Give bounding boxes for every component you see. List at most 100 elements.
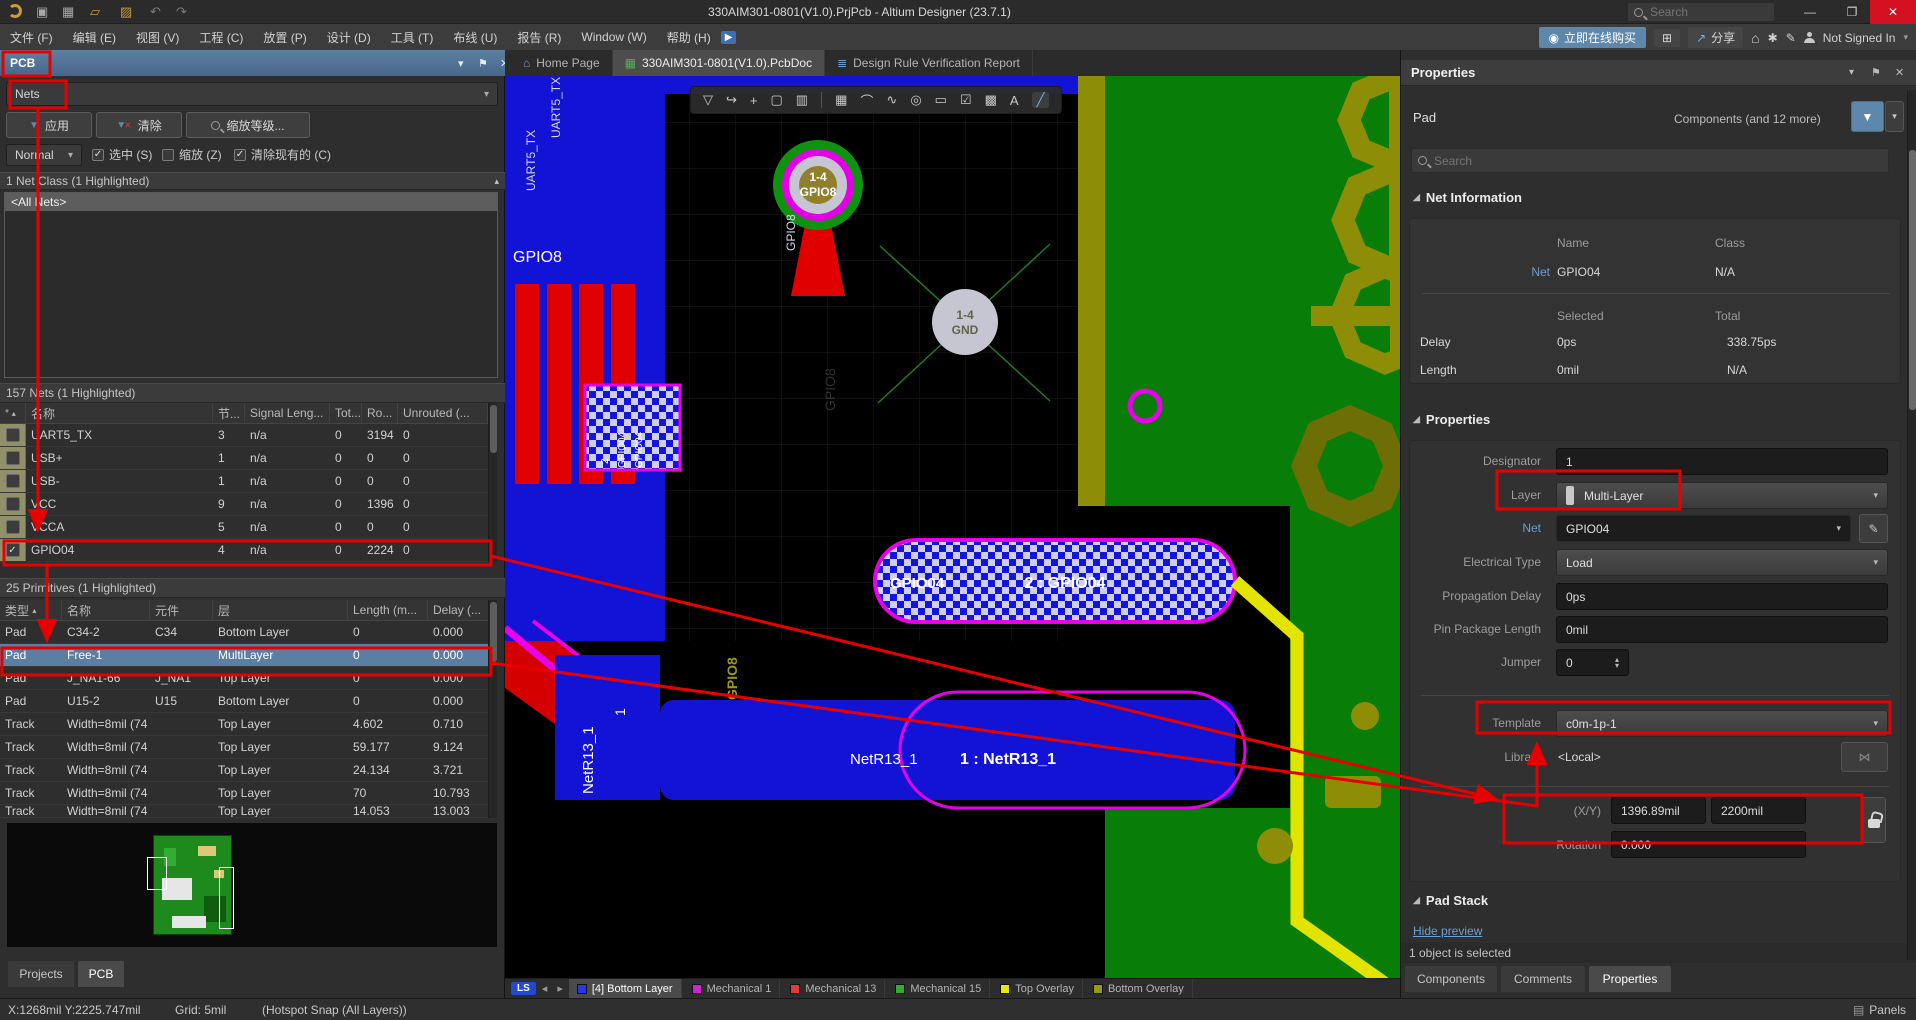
col-layer[interactable]: 层 [213, 600, 348, 620]
open-project-icon[interactable]: ▨ [120, 4, 132, 20]
properties-search-input[interactable] [1432, 153, 1882, 169]
filter-dropdown-button[interactable]: ▾ [1885, 101, 1904, 132]
menu-view[interactable]: 视图 (V) [126, 25, 189, 50]
template-select[interactable]: c0m-1p-1 ▾ [1556, 710, 1888, 737]
primitive-row[interactable]: TrackWidth=8mil (74Top Layer59.1779.124 [0, 736, 497, 759]
save-all-icon[interactable]: ▦ [62, 4, 74, 20]
share-button[interactable]: ↗ 分享 [1688, 27, 1743, 48]
menu-design[interactable]: 设计 (D) [317, 25, 381, 50]
net-checkbox[interactable] [6, 520, 20, 534]
minimize-button[interactable]: — [1790, 0, 1830, 24]
feedback-pen-icon[interactable]: ✎ [1786, 31, 1796, 45]
board-icon[interactable]: ▭ [935, 92, 947, 108]
col-routed[interactable]: Ro... [362, 403, 398, 423]
select-checkbox[interactable]: ✓ 选中 (S) [92, 146, 152, 163]
save-icon[interactable]: ▣ [36, 4, 48, 20]
net-checkbox[interactable] [6, 428, 20, 442]
close-button[interactable]: ✕ [1870, 0, 1916, 24]
col-unrouted[interactable]: Unrouted (... [398, 403, 488, 423]
net-class-list[interactable]: <All Nets> [4, 192, 498, 378]
primitive-row[interactable]: PadC34-2C34Bottom Layer00.000 [0, 621, 497, 644]
panel-tab-comments[interactable]: Comments [1501, 966, 1585, 992]
clear-existing-checkbox[interactable]: ✓ 清除现有的 (C) [234, 146, 331, 163]
primitive-row[interactable]: PadU15-2U15Bottom Layer00.000 [0, 690, 497, 713]
section-properties[interactable]: ◢ Properties [1413, 412, 1490, 427]
menu-route[interactable]: 布线 (U) [443, 25, 507, 50]
designator-field[interactable]: 1 [1556, 448, 1888, 475]
layer-sets-button[interactable]: LS [511, 982, 536, 995]
net-row-uart5-tx[interactable]: UART5_TX3n/a031940 [0, 424, 497, 447]
panel-mode-select[interactable]: Nets ▾ [6, 82, 498, 106]
properties-search[interactable] [1411, 148, 1889, 173]
net-checkbox[interactable] [6, 497, 20, 511]
zoom-checkbox[interactable]: 缩放 (Z) [162, 146, 222, 163]
primitive-row[interactable]: TrackWidth=8mil (74Top Layer24.1343.721 [0, 759, 497, 782]
menu-edit[interactable]: 编辑 (E) [63, 25, 126, 50]
highlight-icon[interactable]: ◎ [910, 92, 921, 108]
layer-tab-mechanical-1[interactable]: Mechanical 1 [684, 979, 781, 998]
buy-online-button[interactable]: ◉ 立即在线购买 [1539, 27, 1647, 48]
layer-tab-mechanical-13[interactable]: Mechanical 13 [782, 979, 885, 998]
sort-asc-icon[interactable]: ▴ [494, 176, 499, 187]
primitive-row-selected[interactable]: PadFree-1MultiLayer00.000 [0, 644, 497, 667]
layer-select[interactable]: Multi-Layer ▾ [1556, 482, 1888, 509]
clear-button[interactable]: ▼✕ 清除 [96, 112, 182, 138]
col-length[interactable]: Length (m... [348, 600, 428, 620]
library-link-button[interactable]: ⋈ [1841, 742, 1888, 772]
col-component[interactable]: 元件 [150, 600, 213, 620]
layer-tab-mechanical-15[interactable]: Mechanical 15 [887, 979, 990, 998]
mask-icon[interactable]: ▩ [985, 92, 997, 108]
section-pad-stack[interactable]: ◢ Pad Stack [1413, 893, 1488, 908]
menu-tools[interactable]: 工具 (T) [381, 25, 444, 50]
electrical-type-select[interactable]: Load ▾ [1556, 549, 1888, 576]
col-type[interactable]: 类型 [5, 602, 29, 619]
panel-close-icon[interactable]: ✕ [1895, 66, 1904, 79]
stepper-down-icon[interactable]: ▾ [1615, 663, 1619, 669]
undo-icon[interactable]: ↶ [150, 4, 161, 20]
view-mode-select[interactable]: Normal ▾ [6, 144, 82, 166]
panel-tab-components[interactable]: Components [1405, 966, 1497, 992]
panel-pin-icon[interactable]: ⚑ [478, 57, 488, 70]
primitive-row[interactable]: TrackWidth=8mil (74Top Layer4.6020.710 [0, 713, 497, 736]
sign-in-caret-icon[interactable]: ▾ [1903, 32, 1908, 43]
y-coordinate-field[interactable]: 2200mil [1711, 797, 1806, 824]
tune-wave-icon[interactable]: ∿ [886, 92, 897, 108]
menu-more-icon[interactable]: ▶ [721, 31, 737, 44]
crosshair-icon[interactable]: + [750, 93, 758, 108]
net-row-vcca[interactable]: VCCA5n/a000 [0, 516, 497, 539]
hide-preview-link[interactable]: Hide preview [1413, 924, 1482, 938]
gear-icon[interactable]: ✱ [1768, 31, 1778, 45]
panel-pin-icon[interactable]: ⚑ [1871, 66, 1881, 79]
x-coordinate-field[interactable]: 1396.89mil [1611, 797, 1706, 824]
net-row-usb-plus[interactable]: USB+1n/a000 [0, 447, 497, 470]
menu-file[interactable]: 文件 (F) [0, 25, 63, 50]
jumper-stepper[interactable]: 0 ▴▾ [1556, 649, 1629, 676]
search-input[interactable] [1648, 4, 1768, 20]
apply-button[interactable]: ▼ 应用 [6, 112, 92, 138]
menu-place[interactable]: 放置 (P) [253, 25, 316, 50]
col-total[interactable]: Tot... [330, 403, 362, 423]
layer-tab-top-overlay[interactable]: Top Overlay [992, 979, 1083, 998]
primitive-row[interactable]: TrackWidth=8mil (74Top Layer7010.793 [0, 782, 497, 805]
global-search[interactable] [1627, 2, 1775, 22]
net-row-gpio04[interactable]: ✓ GPIO044n/a022240 [0, 539, 497, 562]
col-name[interactable]: 名称 [26, 403, 213, 423]
section-net-information[interactable]: ◢ Net Information [1413, 190, 1522, 205]
board-minimap[interactable] [6, 822, 498, 948]
rotation-field[interactable]: 0.000 [1611, 831, 1806, 858]
nets-scrollbar[interactable] [488, 403, 497, 562]
layer-next-icon[interactable]: ▸ [553, 982, 567, 995]
sign-in-label[interactable]: Not Signed In [1823, 31, 1896, 45]
doc-tab-pcbdoc[interactable]: ▦ 330AIM301-0801(V1.0).PcbDoc [613, 50, 825, 76]
home-icon[interactable]: ⌂ [1751, 30, 1759, 46]
net-name-value[interactable]: GPIO04 [1557, 265, 1600, 279]
text-string-icon[interactable]: A [1010, 93, 1019, 108]
primitives-table-header[interactable]: 类型 ▴ 名称 元件 层 Length (m... Delay (... [0, 600, 497, 621]
propagation-delay-field[interactable]: 0ps [1556, 583, 1888, 610]
minimap-viewport[interactable] [219, 867, 234, 929]
panel-tab-pcb[interactable]: PCB [78, 961, 124, 987]
arc-icon[interactable]: ⌒ [860, 91, 873, 110]
pin-package-length-field[interactable]: 0mil [1556, 616, 1888, 643]
snippet-icon[interactable]: ↪ [726, 92, 737, 108]
col-delay[interactable]: Delay (... [428, 600, 497, 620]
